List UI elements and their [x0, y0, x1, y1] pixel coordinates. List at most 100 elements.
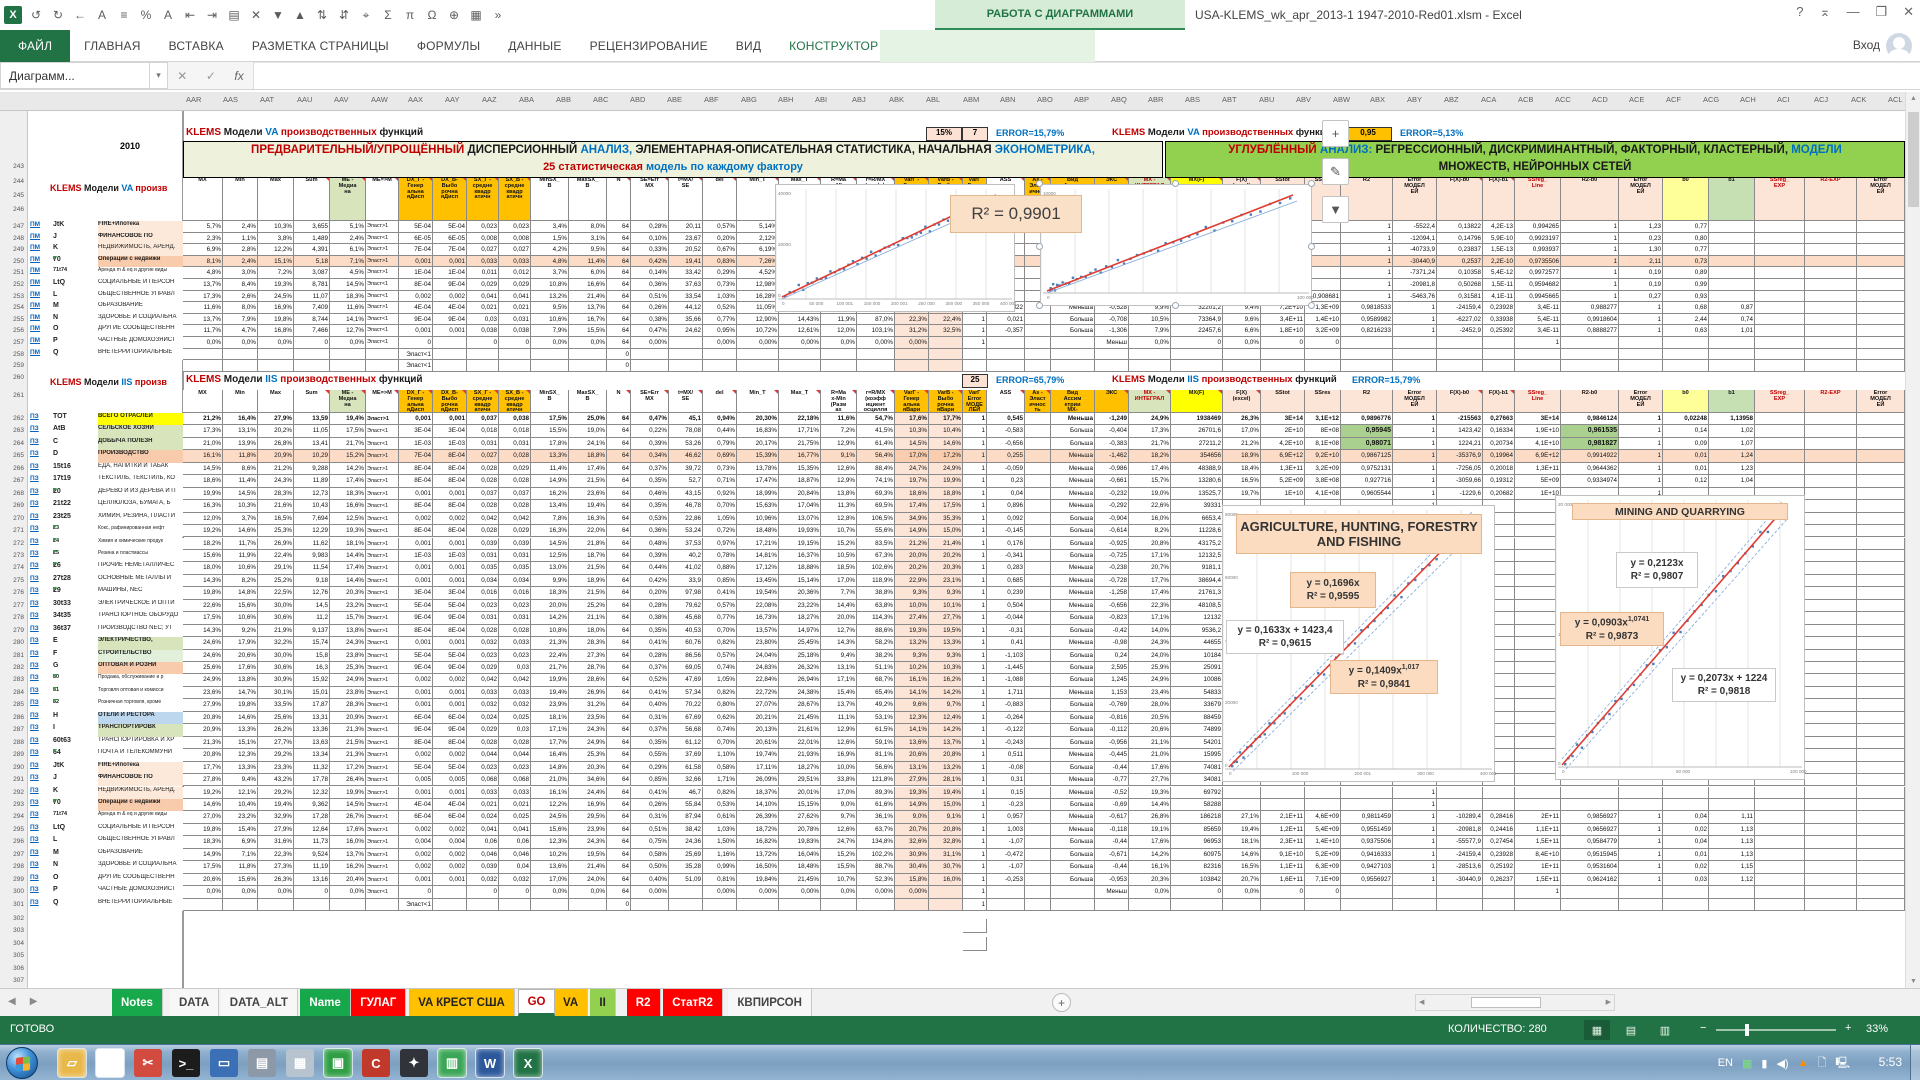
cell[interactable]: 9,0%: [821, 799, 857, 811]
cell[interactable]: 19,5%: [569, 849, 607, 861]
cell[interactable]: [929, 886, 963, 898]
cell[interactable]: 10,7%: [821, 874, 857, 886]
cell[interactable]: 16,0%: [1129, 513, 1171, 525]
cell[interactable]: 40,53: [669, 625, 703, 637]
cell[interactable]: 0,033: [499, 687, 531, 699]
cell[interactable]: 3,2E+09: [1305, 325, 1341, 337]
cell[interactable]: [1755, 291, 1805, 303]
cell[interactable]: -0,98: [1095, 637, 1129, 649]
cell[interactable]: 0,58%: [631, 849, 669, 861]
cell[interactable]: 22,4%: [929, 314, 963, 326]
cell[interactable]: 87,94: [669, 811, 703, 823]
cell[interactable]: 0,9867125: [1341, 450, 1393, 462]
cell[interactable]: [1025, 562, 1051, 574]
cell[interactable]: 0,19964: [1483, 450, 1515, 462]
cell[interactable]: 14,2%: [1129, 849, 1171, 861]
cell[interactable]: 9,0%: [895, 811, 929, 823]
cell[interactable]: 8,0%: [569, 221, 607, 233]
cell[interactable]: 8E-04: [399, 525, 433, 537]
cell[interactable]: 27,0%: [183, 811, 223, 823]
cell[interactable]: 2,8%: [223, 244, 258, 256]
cell[interactable]: 0,48%: [631, 538, 669, 550]
chart-title-agriculture[interactable]: AGRICULTURE, HUNTING, FORESTRY AND FISHI…: [1236, 514, 1482, 554]
cell[interactable]: 28,3%: [258, 488, 294, 500]
cell[interactable]: 9E-04: [399, 662, 433, 674]
cell[interactable]: 30,0%: [258, 650, 294, 662]
cell[interactable]: 0,28416: [1483, 811, 1515, 823]
cell[interactable]: 17,4%: [330, 562, 366, 574]
cell[interactable]: 21,4%: [569, 861, 607, 873]
cell[interactable]: 12,6%: [821, 824, 857, 836]
cell[interactable]: 33,9: [669, 575, 703, 587]
column-field-header[interactable]: b1: [1709, 390, 1755, 413]
cell[interactable]: 0,03: [467, 314, 499, 326]
cell[interactable]: [1857, 886, 1905, 898]
cell[interactable]: 24,9%: [929, 463, 963, 475]
cell[interactable]: 61,12: [669, 737, 703, 749]
cell[interactable]: [1025, 314, 1051, 326]
cell[interactable]: 25,3%: [258, 525, 294, 537]
cell[interactable]: [1515, 360, 1561, 372]
cell[interactable]: [433, 337, 467, 349]
cell[interactable]: 102,2%: [857, 849, 895, 861]
column-field-header[interactable]: SE=Err MX: [631, 390, 669, 413]
cell[interactable]: 24,6%: [183, 637, 223, 649]
cell[interactable]: 24,9%: [569, 737, 607, 749]
cell[interactable]: 0,67%: [703, 244, 737, 256]
chart-selection-handle[interactable]: [1308, 302, 1315, 309]
cell[interactable]: 13,7%: [330, 849, 366, 861]
cell[interactable]: 21,45%: [779, 712, 821, 724]
cell[interactable]: 5E-04: [433, 650, 467, 662]
cell[interactable]: 19,3%: [1129, 787, 1171, 799]
cell[interactable]: [1709, 233, 1755, 245]
cell[interactable]: 13,7%: [183, 279, 223, 291]
cell[interactable]: 1: [963, 699, 987, 711]
row-code[interactable]: AtB: [53, 425, 97, 437]
cell[interactable]: 0,98071: [1341, 438, 1393, 450]
cell[interactable]: Больша: [1051, 650, 1095, 662]
cell[interactable]: [1025, 450, 1051, 462]
cell[interactable]: 5E-04: [399, 600, 433, 612]
taskbar-utility-icon[interactable]: ✦: [400, 1049, 428, 1077]
cell[interactable]: 23,22%: [779, 600, 821, 612]
cell[interactable]: 35,3%: [929, 513, 963, 525]
cell[interactable]: 0: [1261, 886, 1305, 898]
cell[interactable]: 16,28%: [737, 291, 779, 303]
cell[interactable]: 20,7%: [895, 824, 929, 836]
cell[interactable]: [1025, 787, 1051, 799]
cell[interactable]: 8E-04: [399, 625, 433, 637]
cell[interactable]: 0,51%: [631, 291, 669, 303]
cell[interactable]: [1025, 861, 1051, 873]
sheet-tab-СтатR2[interactable]: СтатR2: [663, 989, 723, 1016]
cell[interactable]: 1: [1393, 425, 1437, 437]
cell[interactable]: 30,6%: [258, 612, 294, 624]
cell[interactable]: Больша: [1051, 836, 1095, 848]
cell[interactable]: 1: [963, 886, 987, 898]
cell[interactable]: 0,9531604: [1561, 861, 1619, 873]
row-link[interactable]: ПМ: [30, 244, 52, 251]
cell[interactable]: 9,1E+10: [1261, 849, 1305, 861]
cell[interactable]: Меньш: [1095, 886, 1129, 898]
cell[interactable]: 19,2%: [183, 787, 223, 799]
cell[interactable]: 1E-03: [399, 550, 433, 562]
cell[interactable]: 27,7%: [1129, 774, 1171, 786]
cell[interactable]: 1,5E-13: [1483, 244, 1515, 256]
minimize-button[interactable]: —: [1846, 4, 1859, 20]
cell[interactable]: Меньша: [1051, 637, 1095, 649]
cell[interactable]: 0,001: [433, 325, 467, 337]
cell[interactable]: 53,24: [669, 525, 703, 537]
cell[interactable]: 14,3%: [821, 637, 857, 649]
cell[interactable]: 23,4%: [1129, 687, 1171, 699]
cell[interactable]: 12,1%: [223, 787, 258, 799]
cell[interactable]: 0,03: [1663, 874, 1709, 886]
cell[interactable]: [499, 899, 531, 911]
column-field-header[interactable]: Error МОДЕЛ ЕЙ: [1393, 177, 1437, 221]
cell[interactable]: [1857, 538, 1905, 550]
cell[interactable]: [1805, 550, 1857, 562]
cell[interactable]: 22,9%: [895, 575, 929, 587]
cell[interactable]: Эласт<1: [366, 513, 399, 525]
cell[interactable]: 9,6%: [1223, 314, 1261, 326]
cell[interactable]: Больша: [1051, 724, 1095, 736]
cell[interactable]: 21,61%: [779, 724, 821, 736]
cell[interactable]: 0,80%: [703, 699, 737, 711]
